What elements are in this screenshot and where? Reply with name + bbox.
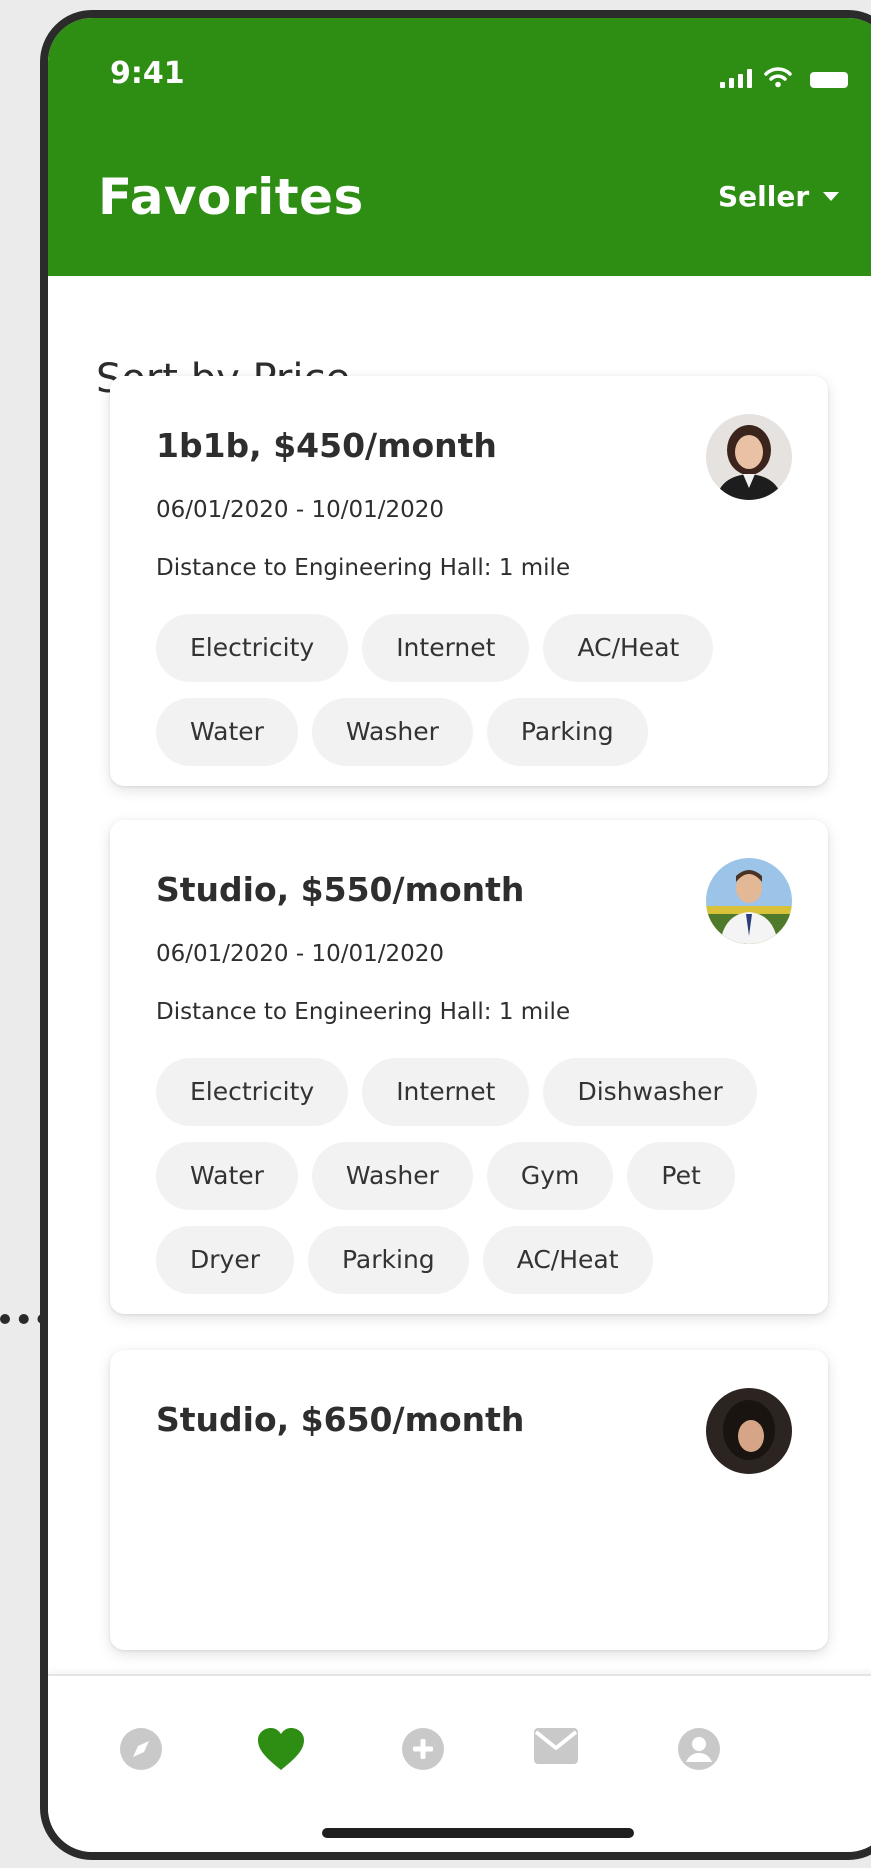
listing-distance: Distance to Engineering Hall: 1 mile xyxy=(156,999,571,1025)
seller-avatar[interactable] xyxy=(706,858,792,944)
listing-card[interactable]: 1b1b, $450/month 06/01/2020 - 10/01/2020… xyxy=(110,376,828,786)
app-header: 9:41 Favorites Seller xyxy=(48,18,871,276)
bottom-tab-bar xyxy=(48,1674,871,1852)
seller-avatar[interactable] xyxy=(706,414,792,500)
amenity-tag: Gym xyxy=(486,1142,614,1210)
amenity-tag: Dishwasher xyxy=(543,1058,757,1126)
heart-icon[interactable] xyxy=(256,1726,306,1772)
role-dropdown[interactable]: Seller xyxy=(718,180,840,213)
amenity-tag: AC/Heat xyxy=(543,614,714,682)
seller-avatar[interactable] xyxy=(706,1388,792,1474)
add-icon[interactable] xyxy=(400,1726,446,1772)
amenity-tag: Water xyxy=(156,1142,298,1210)
status-time: 9:41 xyxy=(110,56,185,91)
home-indicator[interactable] xyxy=(322,1828,634,1838)
amenity-tag: Internet xyxy=(362,1058,530,1126)
amenity-tag: Parking xyxy=(307,1226,469,1294)
profile-icon[interactable] xyxy=(676,1726,722,1772)
amenity-tag: Electricity xyxy=(156,1058,349,1126)
listing-dates: 06/01/2020 - 10/01/2020 xyxy=(156,497,445,523)
amenity-tag: Internet xyxy=(362,614,530,682)
mail-icon[interactable] xyxy=(532,1726,580,1766)
wifi-icon xyxy=(764,67,792,88)
battery-icon xyxy=(810,72,848,88)
amenity-tag: Pet xyxy=(627,1142,735,1210)
listing-card[interactable]: Studio, $650/month xyxy=(110,1350,828,1650)
listing-distance: Distance to Engineering Hall: 1 mile xyxy=(156,555,571,581)
amenity-tag: Electricity xyxy=(156,614,349,682)
role-label: Seller xyxy=(718,180,810,213)
explore-icon[interactable] xyxy=(118,1726,164,1772)
listing-card[interactable]: Studio, $550/month 06/01/2020 - 10/01/20… xyxy=(110,820,828,1314)
amenity-tags: Electricity Internet AC/Heat Water Washe… xyxy=(156,614,796,766)
amenity-tag: Dryer xyxy=(156,1226,294,1294)
amenity-tag: AC/Heat xyxy=(482,1226,653,1294)
listing-dates: 06/01/2020 - 10/01/2020 xyxy=(156,941,445,967)
chevron-down-icon xyxy=(823,192,840,201)
status-icons xyxy=(720,66,848,88)
amenity-tag: Washer xyxy=(311,698,473,766)
amenity-tag: Washer xyxy=(311,1142,473,1210)
amenity-tag: Water xyxy=(156,698,298,766)
page-title: Favorites xyxy=(98,168,364,226)
amenity-tag: Parking xyxy=(486,698,648,766)
signal-icon xyxy=(720,68,752,88)
amenity-tags: Electricity Internet Dishwasher Water Wa… xyxy=(156,1058,796,1294)
phone-frame: 9:41 Favorites Seller Sort by Price 1b1b… xyxy=(40,10,871,1860)
